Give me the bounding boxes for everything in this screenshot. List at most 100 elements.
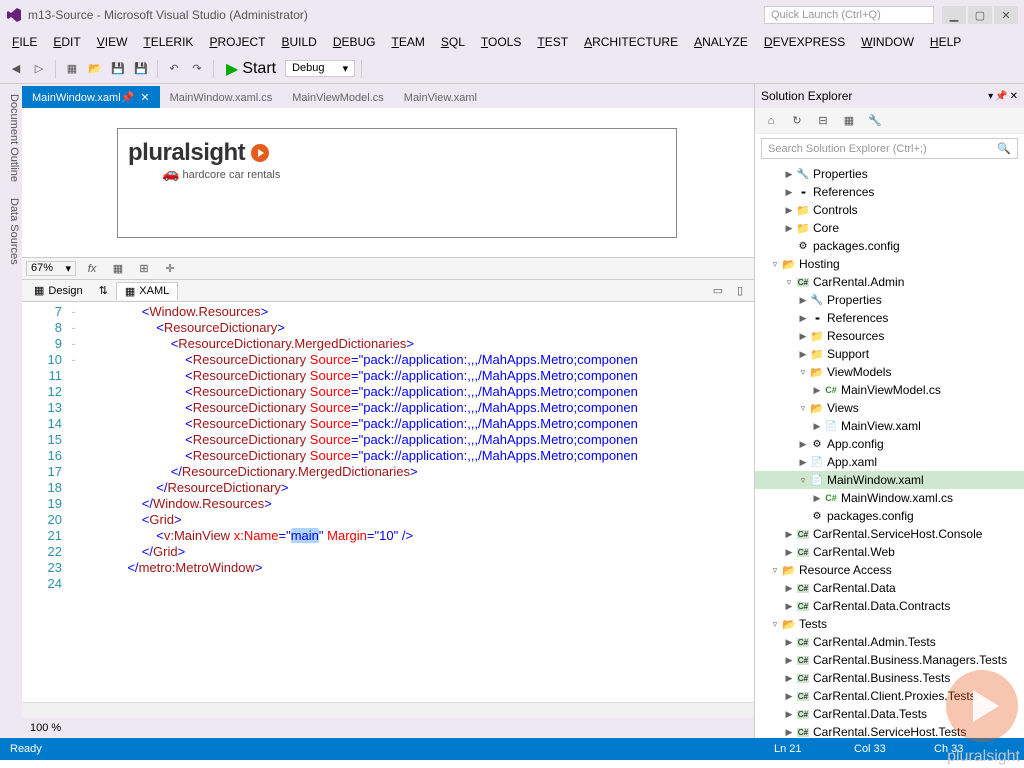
menu-edit[interactable]: EDIT [47,33,86,51]
menu-team[interactable]: TEAM [386,33,431,51]
tree-item[interactable]: ▶MainWindow.xaml.cs [755,489,1024,507]
menu-file[interactable]: FILE [6,33,43,51]
menu-window[interactable]: WINDOW [855,33,920,51]
config-dropdown[interactable]: Debug▾ [285,60,355,77]
horizontal-scrollbar[interactable] [22,702,754,718]
start-debug-button[interactable]: ▶Start [220,59,282,79]
menu-debug[interactable]: DEBUG [327,33,382,51]
tree-item[interactable]: ▿CarRental.Admin [755,273,1024,291]
close-button[interactable]: ✕ [994,6,1018,24]
tree-item[interactable]: ▿ViewModels [755,363,1024,381]
new-project-icon[interactable]: ▦ [62,59,82,79]
snap-icon[interactable]: ⊞ [134,259,154,279]
menu-telerik[interactable]: TELERIK [137,33,199,51]
panel-dropdown-icon[interactable]: ▾ [988,91,993,102]
menu-help[interactable]: HELP [924,33,967,51]
show-all-icon[interactable]: ▦ [839,111,859,131]
tree-item[interactable]: ▶CarRental.Data [755,579,1024,597]
tab-mainwindow-xaml-cs[interactable]: MainWindow.xaml.cs [160,87,283,108]
grid-icon[interactable]: ▦ [108,259,128,279]
tree-item[interactable]: packages.config [755,507,1024,525]
tree-item[interactable]: ▶CarRental.Data.Contracts [755,597,1024,615]
quick-launch-input[interactable]: Quick Launch (Ctrl+Q) [764,6,934,24]
tree-item[interactable]: ▶CarRental.Business.Managers.Tests [755,651,1024,669]
back-button[interactable]: ◀ [6,59,26,79]
fx-icon[interactable]: fx [82,259,102,279]
menu-analyze[interactable]: ANALYZE [688,33,754,51]
guides-icon[interactable]: ✛ [160,259,180,279]
tree-item[interactable]: ▶Support [755,345,1024,363]
menu-view[interactable]: VIEW [91,33,134,51]
tree-item[interactable]: ▶MainView.xaml [755,417,1024,435]
pluralsight-play-overlay[interactable] [946,670,1018,742]
tree-item[interactable]: ▶CarRental.Admin.Tests [755,633,1024,651]
split-vertical-icon[interactable]: ▯ [730,281,750,301]
tree-item[interactable]: ▶MainViewModel.cs [755,381,1024,399]
tree-item[interactable]: ▶Controls [755,201,1024,219]
solution-search-input[interactable]: Search Solution Explorer (Ctrl+;)🔍 [761,138,1018,159]
minimize-button[interactable]: ▁ [942,6,966,24]
design-tab[interactable]: ▦ Design [26,282,91,299]
status-col: Col 33 [854,743,934,755]
save-icon[interactable]: 💾 [108,59,128,79]
tree-item[interactable]: ▿Hosting [755,255,1024,273]
xaml-tab[interactable]: ▦ XAML [116,282,178,300]
tree-item[interactable]: ▿MainWindow.xaml [755,471,1024,489]
code-editor[interactable]: 789101112131415161718192021222324 --- - … [22,302,754,702]
tree-item[interactable]: ▶Core [755,219,1024,237]
split-horizontal-icon[interactable]: ▭ [708,281,728,301]
solution-tree[interactable]: ▶Properties▶References▶Controls▶Corepack… [755,163,1024,738]
title-bar: m13-Source - Microsoft Visual Studio (Ad… [0,0,1024,30]
forward-button[interactable]: ▷ [29,59,49,79]
refresh-icon[interactable]: ↻ [787,111,807,131]
menu-project[interactable]: PROJECT [203,33,271,51]
design-canvas[interactable]: pluralsight 🚗 hardcore car rentals [117,128,677,238]
tree-item[interactable]: ▶References [755,309,1024,327]
zoom-dropdown[interactable]: 67%▾ [26,261,76,276]
tree-item[interactable]: ▿Resource Access [755,561,1024,579]
side-tab-document-outline[interactable]: Document Outline [0,88,22,188]
tab-mainwindow-xaml[interactable]: MainWindow.xaml📌✕ [22,86,160,108]
menu-architecture[interactable]: ARCHITECTURE [578,33,684,51]
panel-pin-icon[interactable]: 📌 [995,91,1007,102]
tree-item[interactable]: ▶CarRental.ServiceHost.Console [755,525,1024,543]
tab-mainviewmodel-cs[interactable]: MainViewModel.cs [282,87,394,108]
pluralsight-watermark: pluralsight [947,748,1020,766]
tree-item[interactable]: ▿Tests [755,615,1024,633]
status-line: Ln 21 [774,743,854,755]
save-all-icon[interactable]: 💾 [131,59,151,79]
document-tabs: MainWindow.xaml📌✕ MainWindow.xaml.cs Mai… [22,84,754,108]
menu-test[interactable]: TEST [531,33,574,51]
home-icon[interactable]: ⌂ [761,111,781,131]
main-toolbar: ◀ ▷ ▦ 📂 💾 💾 ↶ ↷ ▶Start Debug▾ [0,54,1024,84]
side-tab-data-sources[interactable]: Data Sources [0,192,22,271]
fold-column[interactable]: --- - [72,302,84,702]
tree-item[interactable]: ▿Views [755,399,1024,417]
properties-icon[interactable]: 🔧 [865,111,885,131]
tree-item[interactable]: ▶App.config [755,435,1024,453]
tree-item[interactable]: ▶Resources [755,327,1024,345]
open-icon[interactable]: 📂 [85,59,105,79]
tree-item[interactable]: ▶Properties [755,291,1024,309]
undo-icon[interactable]: ↶ [164,59,184,79]
menu-sql[interactable]: SQL [435,33,471,51]
tab-mainview-xaml[interactable]: MainView.xaml [394,87,487,108]
xaml-designer[interactable]: pluralsight 🚗 hardcore car rentals [22,108,754,258]
code-text[interactable]: <Window.Resources> <ResourceDictionary> … [84,302,754,702]
menu-tools[interactable]: TOOLS [475,33,527,51]
menu-build[interactable]: BUILD [275,33,322,51]
redo-icon[interactable]: ↷ [187,59,207,79]
solution-toolbar: ⌂ ↻ ⊟ ▦ 🔧 [755,108,1024,134]
tree-item[interactable]: ▶App.xaml [755,453,1024,471]
tree-item[interactable]: packages.config [755,237,1024,255]
maximize-button[interactable]: ▢ [968,6,992,24]
menu-devexpress[interactable]: DEVEXPRESS [758,33,851,51]
logo-play-icon [251,144,269,162]
tree-item[interactable]: ▶CarRental.Web [755,543,1024,561]
swap-panes-icon[interactable]: ⇅ [99,284,108,297]
editor-zoom[interactable]: 100 % [22,718,754,738]
tree-item[interactable]: ▶Properties [755,165,1024,183]
tree-item[interactable]: ▶References [755,183,1024,201]
collapse-icon[interactable]: ⊟ [813,111,833,131]
panel-close-icon[interactable]: ✕ [1010,91,1018,102]
